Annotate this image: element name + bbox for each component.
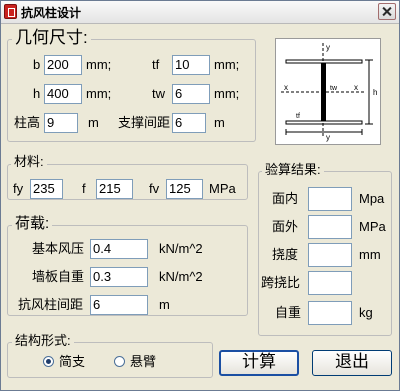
- exit-button[interactable]: 退出: [312, 350, 392, 376]
- diagram-label-y-bottom: y: [326, 133, 330, 142]
- b-label: b: [33, 57, 41, 72]
- title-bar[interactable]: 抗风柱设计: [1, 1, 399, 24]
- column-spacing-input[interactable]: 6: [90, 295, 148, 315]
- h-input[interactable]: 400: [44, 84, 82, 104]
- b-unit: mm;: [86, 57, 112, 72]
- wind-pressure-input[interactable]: 0.4: [90, 239, 148, 259]
- section-diagram: y x tw tf y x h: [275, 38, 381, 145]
- column-height-unit: m: [88, 115, 99, 130]
- out-of-plane-label: 面外: [272, 219, 299, 234]
- tf-input[interactable]: 10: [172, 55, 210, 75]
- structure-title: 结构形式:: [12, 332, 74, 350]
- out-of-plane-unit: MPa: [359, 219, 386, 234]
- window-title: 抗风柱设计: [21, 6, 82, 20]
- simple-support-radio[interactable]: [43, 356, 54, 367]
- tw-unit: mm;: [214, 86, 240, 101]
- wall-weight-label: 墙板自重: [32, 269, 85, 284]
- span-ratio-output: [308, 271, 352, 295]
- b-input[interactable]: 200: [44, 55, 82, 75]
- wind-pressure-label: 基本风压: [32, 241, 85, 256]
- h-unit: mm;: [86, 86, 112, 101]
- tw-label: tw: [152, 86, 165, 101]
- self-weight-label: 自重: [275, 305, 302, 320]
- deflection-label: 挠度: [272, 247, 299, 262]
- in-plane-output: [308, 187, 352, 211]
- column-spacing-label: 抗风柱间距: [18, 297, 84, 312]
- wall-weight-input[interactable]: 0.3: [90, 267, 148, 287]
- diagram-label-tf: tf: [296, 113, 300, 120]
- material-title: 材料:: [11, 153, 47, 171]
- column-height-input[interactable]: 9: [44, 113, 78, 133]
- fy-label: fy: [13, 181, 24, 196]
- tf-unit: mm;: [214, 57, 240, 72]
- deflection-unit: mm: [359, 247, 381, 262]
- column-height-label: 柱高: [14, 115, 41, 130]
- wall-weight-unit: kN/m^2: [159, 269, 203, 284]
- diagram-label-tw: tw: [330, 85, 338, 92]
- load-title: 荷载:: [12, 215, 53, 233]
- f-input[interactable]: 215: [96, 179, 133, 199]
- support-spacing-label: 支撑间距: [118, 115, 171, 130]
- diagram-label-x-right: x: [354, 83, 358, 92]
- diagram-label-x-left: x: [284, 83, 288, 92]
- tf-label: tf: [152, 57, 160, 72]
- span-ratio-label: 跨挠比: [261, 275, 301, 290]
- geometry-title: 几何尺寸:: [12, 28, 91, 48]
- material-unit: MPa: [209, 181, 236, 196]
- close-button[interactable]: [378, 3, 396, 20]
- app-window: 抗风柱设计 几何尺寸: b 200 mm; tf 10 mm; h 400 mm…: [0, 0, 400, 391]
- diagram-label-h: h: [373, 88, 377, 97]
- cantilever-label[interactable]: 悬臂: [130, 354, 156, 370]
- wind-pressure-unit: kN/m^2: [159, 241, 203, 256]
- self-weight-output: [308, 301, 352, 325]
- diagram-label-y-top: y: [326, 43, 330, 52]
- out-of-plane-output: [308, 215, 352, 239]
- support-spacing-input[interactable]: 6: [172, 113, 206, 133]
- h-label: h: [33, 86, 41, 101]
- self-weight-unit: kg: [359, 305, 373, 320]
- fv-input[interactable]: 125: [166, 179, 203, 199]
- calculate-button[interactable]: 计算: [219, 350, 299, 376]
- in-plane-unit: Mpa: [359, 191, 385, 206]
- cantilever-radio[interactable]: [114, 356, 125, 367]
- support-spacing-unit: m: [214, 115, 225, 130]
- in-plane-label: 面内: [272, 191, 299, 206]
- app-icon: [4, 4, 17, 19]
- tw-input[interactable]: 6: [172, 84, 210, 104]
- simple-support-label[interactable]: 简支: [59, 354, 85, 370]
- deflection-output: [308, 243, 352, 267]
- column-spacing-unit: m: [159, 297, 170, 312]
- fy-input[interactable]: 235: [30, 179, 63, 199]
- fv-label: fv: [149, 181, 160, 196]
- f-label: f: [82, 181, 86, 196]
- results-title: 验算结果:: [262, 161, 324, 179]
